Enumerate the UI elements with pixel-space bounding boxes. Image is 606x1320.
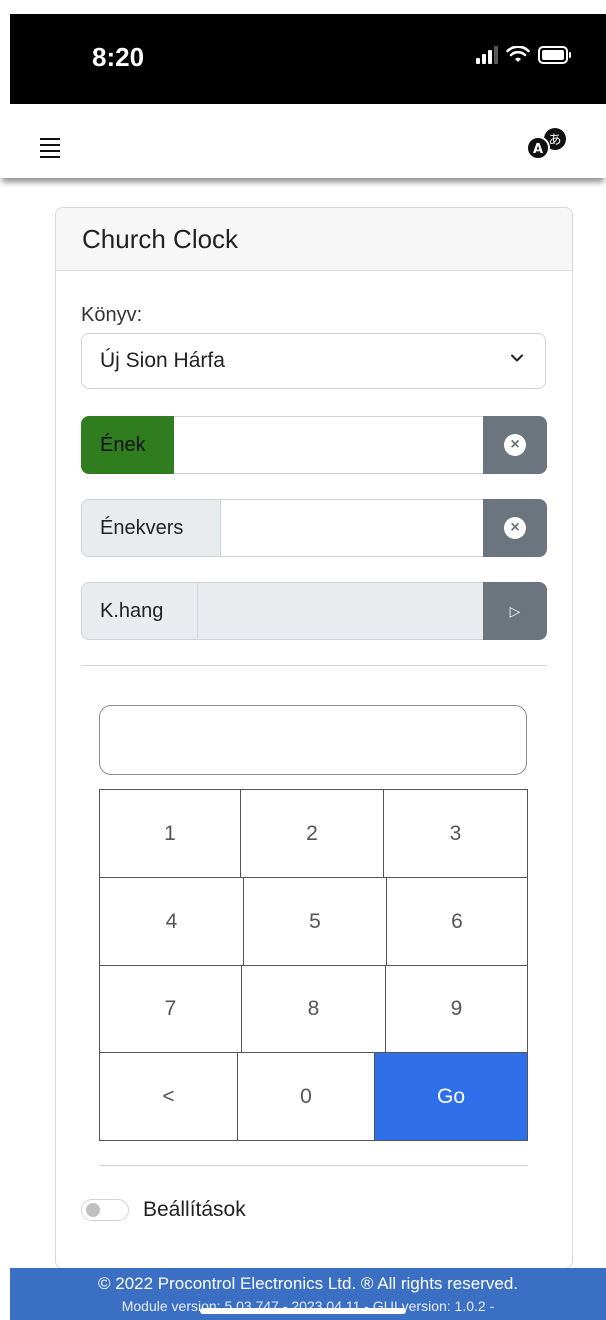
key-7[interactable]: 7 xyxy=(100,966,242,1053)
church-clock-card: Church Clock Könyv: Új Sion Hárfa Ének ×… xyxy=(55,207,573,1269)
verse-label: Énekvers xyxy=(81,499,221,557)
translate-icon[interactable]: あ A xyxy=(522,126,570,162)
signal-icon xyxy=(476,46,498,64)
key-9[interactable]: 9 xyxy=(386,966,527,1053)
status-icons xyxy=(476,46,571,64)
key-1[interactable]: 1 xyxy=(100,790,241,878)
home-indicator xyxy=(200,1308,406,1314)
go-button[interactable]: Go xyxy=(375,1053,527,1140)
verse-input[interactable] xyxy=(221,499,484,557)
book-select-value: Új Sion Hárfa xyxy=(100,349,225,372)
hamburger-icon[interactable] xyxy=(40,138,60,162)
book-select[interactable]: Új Sion Hárfa xyxy=(81,333,546,389)
app-navbar: あ A xyxy=(0,104,606,178)
battery-icon xyxy=(538,46,571,64)
key-tone-input-group: K.hang ▷ xyxy=(81,582,547,640)
status-time: 8:20 xyxy=(92,42,145,72)
settings-toggle[interactable] xyxy=(81,1199,129,1221)
key-2[interactable]: 2 xyxy=(241,790,384,878)
play-icon: ▷ xyxy=(509,602,521,619)
key-8[interactable]: 8 xyxy=(242,966,386,1053)
book-label: Könyv: xyxy=(81,304,143,326)
song-input[interactable] xyxy=(174,416,484,474)
key-0[interactable]: 0 xyxy=(238,1053,375,1140)
key-6[interactable]: 6 xyxy=(387,878,527,966)
keypad-display[interactable] xyxy=(99,705,527,775)
verse-input-group: Énekvers × xyxy=(81,499,547,557)
divider xyxy=(81,665,547,666)
svg-text:A: A xyxy=(533,142,543,157)
status-bar: 8:20 xyxy=(10,14,606,104)
song-input-group: Ének × xyxy=(81,416,547,474)
backspace-key[interactable]: < xyxy=(100,1053,238,1140)
key-3[interactable]: 3 xyxy=(384,790,527,878)
clear-circle-icon: × xyxy=(504,517,526,539)
key-tone-play-button[interactable]: ▷ xyxy=(483,582,547,640)
key-tone-label: K.hang xyxy=(81,582,198,640)
divider xyxy=(99,1165,528,1166)
copyright-text: © 2022 Procontrol Electronics Ltd. ® All… xyxy=(97,1274,519,1293)
key-tone-input xyxy=(198,582,484,640)
key-4[interactable]: 4 xyxy=(100,878,244,966)
clear-circle-icon: × xyxy=(504,434,526,456)
card-title: Church Clock xyxy=(56,208,572,271)
song-label: Ének xyxy=(81,416,174,474)
svg-text:あ: あ xyxy=(548,133,561,148)
settings-label: Beállítások xyxy=(143,1198,246,1221)
settings-toggle-row: Beállítások xyxy=(81,1198,246,1222)
wifi-icon xyxy=(506,46,530,62)
chevron-down-icon xyxy=(511,354,523,362)
numeric-keypad: 1 2 3 4 5 6 7 8 9 < 0 Go xyxy=(99,789,528,1141)
key-5[interactable]: 5 xyxy=(244,878,387,966)
song-clear-button[interactable]: × xyxy=(483,416,547,474)
verse-clear-button[interactable]: × xyxy=(483,499,547,557)
